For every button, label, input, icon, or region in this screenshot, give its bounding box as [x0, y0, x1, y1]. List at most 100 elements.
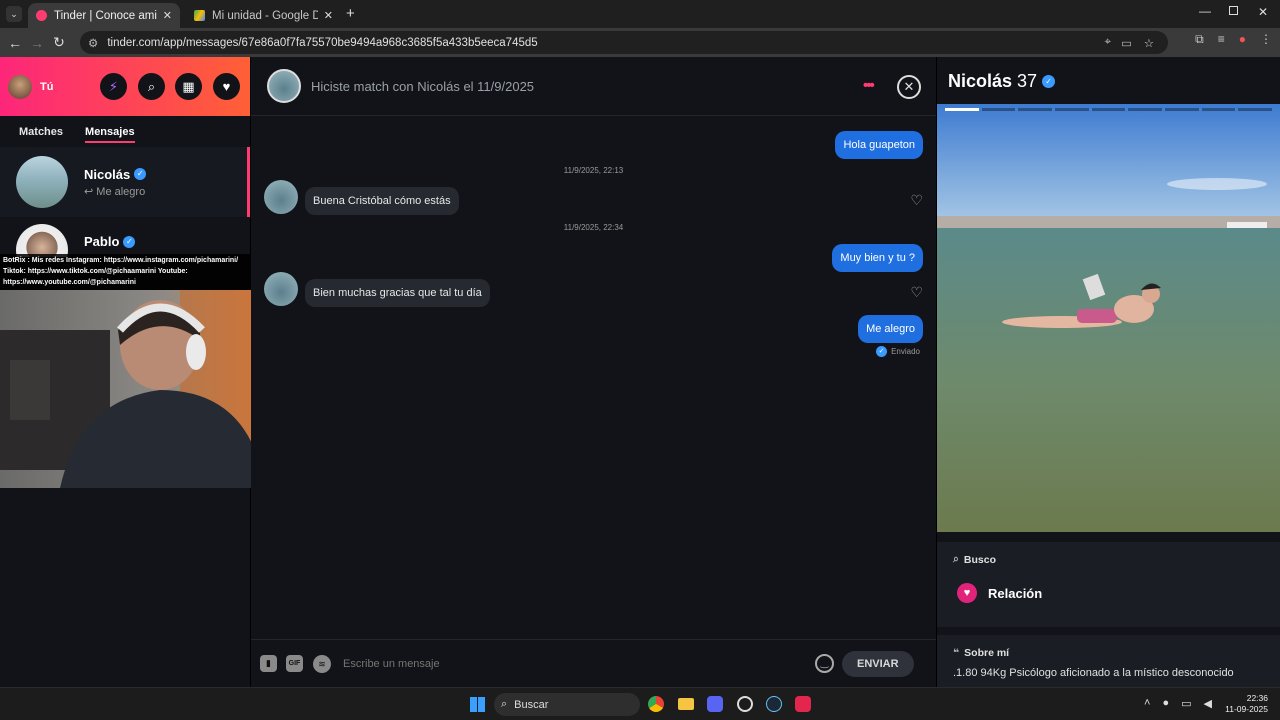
search-icon: ⌕: [501, 698, 508, 710]
profile-name: Nicolás: [948, 71, 1013, 91]
extensions-icon[interactable]: ⧉: [1195, 32, 1204, 47]
about-label: Sobre mí: [964, 647, 1010, 659]
avatar[interactable]: [267, 69, 301, 103]
message-bubble-out[interactable]: Hola guapeton: [835, 131, 923, 159]
taskbar-search[interactable]: ⌕ Buscar: [494, 693, 640, 716]
emoji-icon[interactable]: ‿: [815, 654, 834, 673]
message-bubble-out[interactable]: Muy bien y tu ?: [832, 244, 923, 272]
obs-icon[interactable]: [737, 696, 753, 712]
close-window-icon[interactable]: ✕: [1258, 5, 1268, 19]
site-info-icon[interactable]: ⚙: [88, 36, 98, 50]
boost-icon[interactable]: ⚡: [100, 73, 127, 100]
menu-icon[interactable]: ⋮: [1260, 32, 1272, 47]
windows-start-icon[interactable]: [470, 697, 485, 712]
tab-title: Mi unidad - Google Drive: [212, 9, 318, 22]
sent-check-icon: ✓: [876, 346, 888, 357]
photo-progress-bar: [945, 108, 1273, 111]
message-input[interactable]: [343, 651, 803, 676]
reload-icon[interactable]: ↻: [48, 34, 70, 51]
clock-time: 22:36: [1246, 693, 1268, 703]
send-button[interactable]: ENVIAR: [842, 650, 914, 677]
close-chat-icon[interactable]: ✕: [897, 75, 921, 99]
tab-drive[interactable]: Mi unidad - Google Drive ✕: [186, 3, 341, 28]
drive-favicon-icon: [194, 10, 205, 21]
verified-icon: ✓: [1042, 75, 1056, 88]
about-text: .1.80 94Kg Psicólogo aficionado a la mís…: [953, 667, 1234, 679]
maximize-icon[interactable]: [1229, 6, 1238, 15]
profile-panel: Nicolás 37 ✓ ⌕ Busco ♥ Relación ❝ Sobre …: [937, 57, 1280, 687]
tab-close-icon[interactable]: ✕: [163, 9, 172, 22]
avatar: [16, 156, 68, 208]
looking-for-card: ⌕ Busco ♥ Relación: [937, 542, 1280, 627]
about-card: ❝ Sobre mí .1.80 94Kg Psicólogo aficiona…: [937, 635, 1280, 687]
profile-photo[interactable]: [937, 104, 1280, 532]
cast-icon[interactable]: ▭: [1121, 36, 1132, 50]
message-timestamp: 11/9/2025, 22:34: [563, 223, 624, 232]
explore-icon[interactable]: ⌕: [138, 73, 165, 100]
verified-icon: ✓: [134, 168, 147, 180]
status-text: Enviado: [891, 347, 920, 356]
webcam-overlay: [0, 290, 272, 488]
volume-icon[interactable]: ◀: [1204, 697, 1212, 710]
tiktok-icon[interactable]: [795, 696, 811, 712]
overlay-line: Tiktok: https://www.tiktok.com/@pichaama…: [3, 268, 188, 275]
address-bar[interactable]: ⚙ tinder.com/app/messages/67e86a0f7fa755…: [80, 31, 1168, 54]
tab-close-icon[interactable]: ✕: [324, 9, 333, 22]
browser-tab-strip: ⌄ Tinder | Conoce amigos y gent ✕ Mi uni…: [0, 0, 1280, 28]
minimize-icon[interactable]: —: [1199, 4, 1211, 18]
reply-arrow-icon: ↩: [84, 185, 94, 198]
conversation-preview: Me alegro: [96, 185, 146, 198]
sidebar-tabs: Matches Mensajes: [0, 116, 250, 143]
new-tab-icon[interactable]: +: [346, 5, 355, 22]
avatar[interactable]: [264, 180, 298, 214]
steam-icon[interactable]: [766, 696, 782, 712]
like-heart-icon[interactable]: ♡: [910, 284, 923, 301]
tray-expand-icon[interactable]: ˄: [1144, 697, 1150, 710]
bookmark-star-icon[interactable]: ☆: [1144, 36, 1154, 50]
looking-value: Relación: [988, 585, 1043, 601]
quote-icon: ❝: [953, 647, 960, 659]
heart-arrow-icon: ♥: [957, 583, 977, 603]
more-options-icon[interactable]: •••: [863, 77, 875, 94]
conversation-item[interactable]: Nicolás ✓ ↩ Me alegro: [0, 147, 250, 217]
chrome-icon[interactable]: [648, 696, 664, 712]
tab-messages[interactable]: Mensajes: [85, 126, 135, 143]
forward-icon[interactable]: →: [26, 35, 48, 51]
location-icon[interactable]: ⌖: [1105, 36, 1111, 49]
like-heart-icon[interactable]: ♡: [910, 192, 923, 209]
conversation-item[interactable]: Pablo ✓: [0, 217, 250, 257]
shield-icon[interactable]: ♥: [213, 73, 240, 100]
file-explorer-icon[interactable]: [678, 698, 694, 710]
search-icon: ⌕: [953, 553, 959, 565]
message-bubble-in[interactable]: Buena Cristóbal cómo estás: [305, 187, 459, 215]
tab-title: Tinder | Conoce amigos y gent: [54, 9, 157, 22]
avatar[interactable]: [8, 74, 32, 99]
gif-button[interactable]: GIF: [286, 655, 303, 672]
message-status: ✓ Enviado: [876, 346, 920, 357]
sidebar-header: Tú ⚡ ⌕ ▦ ♥: [0, 57, 250, 116]
message-composer: ▮ GIF ≋ ‿ ENVIAR: [251, 639, 936, 687]
tab-search-icon[interactable]: ⌄: [6, 6, 22, 22]
network-icon[interactable]: ▭: [1181, 697, 1191, 710]
chat-panel: Hiciste match con Nicolás el 11/9/2025 •…: [251, 57, 936, 687]
tab-matches[interactable]: Matches: [19, 126, 63, 143]
tab-tinder[interactable]: Tinder | Conoce amigos y gent ✕: [28, 3, 180, 28]
chat-header: Hiciste match con Nicolás el 11/9/2025 •…: [251, 57, 936, 116]
discord-icon[interactable]: [707, 696, 723, 712]
message-bubble-in[interactable]: Bien muchas gracias que tal tu día: [305, 279, 490, 307]
url-text: tinder.com/app/messages/67e86a0f7fa75570…: [107, 36, 538, 49]
back-icon[interactable]: ←: [4, 35, 26, 51]
clock[interactable]: 22:36 11-09-2025: [1225, 693, 1268, 715]
avatar[interactable]: [264, 272, 298, 306]
media-icon[interactable]: ≡: [1218, 32, 1225, 47]
sticker-icon[interactable]: ▮: [260, 655, 277, 672]
briefcase-icon[interactable]: ▦: [175, 73, 202, 100]
user-label[interactable]: Tú: [40, 81, 53, 93]
conversation-name: Pablo: [84, 234, 120, 249]
overlay-line: BotRix : Mis redes Instagram: https://ww…: [3, 257, 239, 264]
microphone-icon[interactable]: ●: [1162, 697, 1169, 710]
spotify-icon[interactable]: ≋: [313, 654, 331, 673]
profile-icon[interactable]: ●: [1239, 32, 1246, 47]
message-bubble-out[interactable]: Me alegro: [858, 315, 923, 343]
verified-icon: ✓: [123, 235, 136, 248]
